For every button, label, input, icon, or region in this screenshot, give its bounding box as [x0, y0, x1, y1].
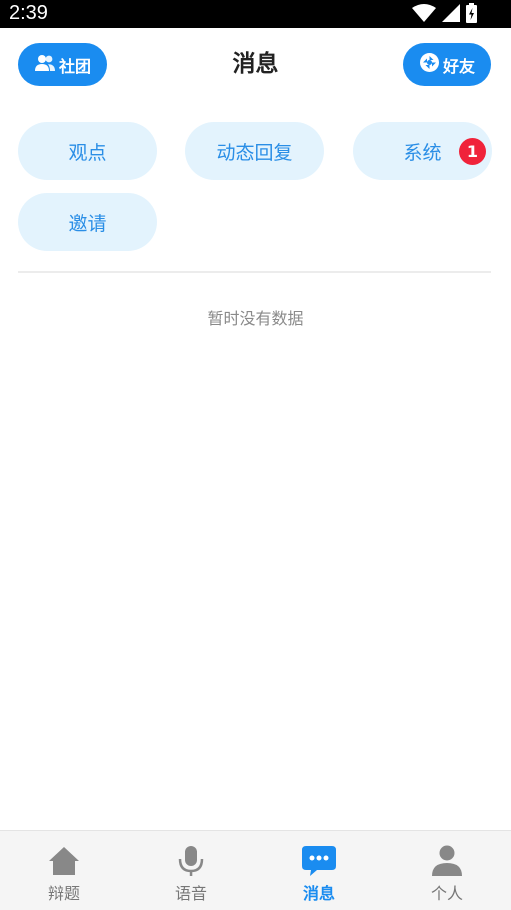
chip-label: 观点: [68, 141, 107, 164]
status-icons: [412, 3, 477, 23]
chip-label: 邀请: [68, 212, 107, 235]
bottom-nav: 辩题 语音 消息 个人: [0, 830, 511, 910]
nav-label: 个人: [430, 884, 463, 903]
wifi-icon: [412, 4, 436, 22]
chip-label: 系统: [403, 141, 442, 164]
category-invite-chip[interactable]: 邀请: [18, 193, 157, 251]
person-icon: [431, 844, 463, 878]
cellular-signal-icon: [442, 4, 460, 22]
chat-bubble-icon: [301, 844, 337, 878]
nav-item-messages[interactable]: 消息: [255, 831, 383, 910]
category-reply-chip[interactable]: 动态回复: [185, 122, 324, 180]
status-time: 2:39: [9, 2, 48, 24]
status-bar: 2:39: [0, 0, 511, 28]
friends-button-label: 好友: [442, 56, 475, 76]
nav-item-profile[interactable]: 个人: [383, 831, 511, 910]
nav-label: 消息: [302, 884, 335, 903]
category-viewpoint-chip[interactable]: 观点: [18, 122, 157, 180]
divider: [18, 271, 491, 273]
home-icon: [48, 844, 80, 878]
chip-label: 动态回复: [216, 141, 293, 164]
category-system-chip[interactable]: 系统 1: [353, 122, 492, 180]
nav-label: 语音: [174, 884, 207, 903]
friends-button[interactable]: 好友: [403, 43, 491, 86]
empty-state-text: 暂时没有数据: [207, 309, 304, 328]
aperture-icon: [419, 52, 440, 77]
unread-badge: 1: [459, 138, 486, 165]
nav-item-topics[interactable]: 辩题: [0, 831, 128, 910]
battery-charging-icon: [466, 3, 477, 23]
nav-item-voice[interactable]: 语音: [127, 831, 255, 910]
nav-label: 辩题: [47, 884, 80, 903]
microphone-icon: [178, 844, 204, 878]
header: 社团 消息 好友: [0, 28, 511, 102]
